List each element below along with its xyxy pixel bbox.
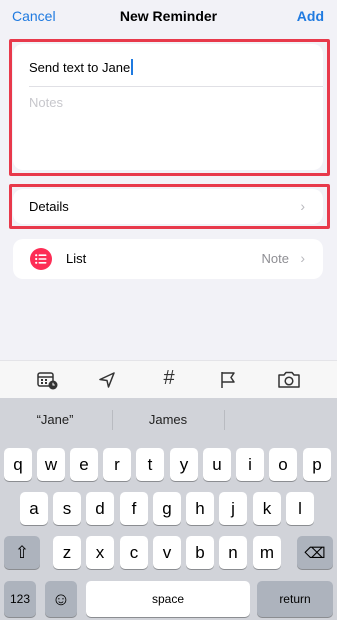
key-c[interactable]: c: [120, 536, 148, 569]
list-label: List: [66, 251, 87, 266]
key-w[interactable]: w: [37, 448, 65, 481]
notes-field[interactable]: Notes: [29, 95, 63, 110]
numbers-key[interactable]: 123: [4, 581, 36, 617]
chevron-right-icon: ›: [300, 250, 305, 266]
emoji-key[interactable]: ☺: [45, 581, 77, 617]
key-f[interactable]: f: [120, 492, 148, 525]
title-text: Send text to Jane: [29, 59, 131, 75]
key-m[interactable]: m: [253, 536, 281, 569]
key-l[interactable]: l: [286, 492, 314, 525]
key-a[interactable]: a: [20, 492, 48, 525]
text-caret: [131, 59, 134, 75]
key-r[interactable]: r: [103, 448, 131, 481]
key-k[interactable]: k: [253, 492, 281, 525]
delete-key[interactable]: ⌫: [297, 536, 333, 569]
list-row[interactable]: List Note ›: [13, 239, 323, 279]
key-d[interactable]: d: [86, 492, 114, 525]
key-e[interactable]: e: [70, 448, 98, 481]
accessory-toolbar: #: [0, 360, 337, 398]
key-i[interactable]: i: [236, 448, 264, 481]
return-key[interactable]: return: [257, 581, 333, 617]
prediction-1[interactable]: “Jane”: [5, 412, 105, 427]
key-q[interactable]: q: [4, 448, 32, 481]
prediction-2[interactable]: James: [118, 412, 218, 427]
key-g[interactable]: g: [153, 492, 181, 525]
key-t[interactable]: t: [136, 448, 164, 481]
key-b[interactable]: b: [186, 536, 214, 569]
space-key[interactable]: space: [86, 581, 250, 617]
keyboard: “Jane” James q w e r t y u i o p a s d f…: [0, 398, 337, 620]
flag-icon[interactable]: [218, 370, 240, 390]
nav-bar: Cancel New Reminder Add: [0, 0, 337, 34]
hashtag-icon[interactable]: #: [158, 367, 180, 389]
list-icon: [30, 248, 52, 270]
prediction-separator: [224, 410, 225, 430]
add-button[interactable]: Add: [297, 8, 324, 24]
page-title: New Reminder: [119, 8, 218, 24]
calendar-clock-icon[interactable]: [37, 370, 59, 390]
key-v[interactable]: v: [153, 536, 181, 569]
divider: [29, 86, 323, 87]
prediction-separator: [112, 410, 113, 430]
details-row[interactable]: Details ›: [13, 189, 323, 224]
title-field[interactable]: Send text to Jane: [29, 59, 134, 75]
reminder-card: Send text to Jane Notes: [13, 44, 323, 170]
key-o[interactable]: o: [269, 448, 297, 481]
key-u[interactable]: u: [203, 448, 231, 481]
key-z[interactable]: z: [53, 536, 81, 569]
prediction-bar: “Jane” James: [0, 398, 337, 440]
key-s[interactable]: s: [53, 492, 81, 525]
key-p[interactable]: p: [303, 448, 331, 481]
details-label: Details: [29, 199, 69, 214]
key-j[interactable]: j: [219, 492, 247, 525]
chevron-right-icon: ›: [300, 198, 305, 214]
key-y[interactable]: y: [170, 448, 198, 481]
key-h[interactable]: h: [186, 492, 214, 525]
key-n[interactable]: n: [219, 536, 247, 569]
shift-key[interactable]: ⇧: [4, 536, 40, 569]
camera-icon[interactable]: [277, 370, 300, 390]
list-value: Note: [261, 251, 289, 266]
key-x[interactable]: x: [86, 536, 114, 569]
location-icon[interactable]: [96, 370, 118, 390]
